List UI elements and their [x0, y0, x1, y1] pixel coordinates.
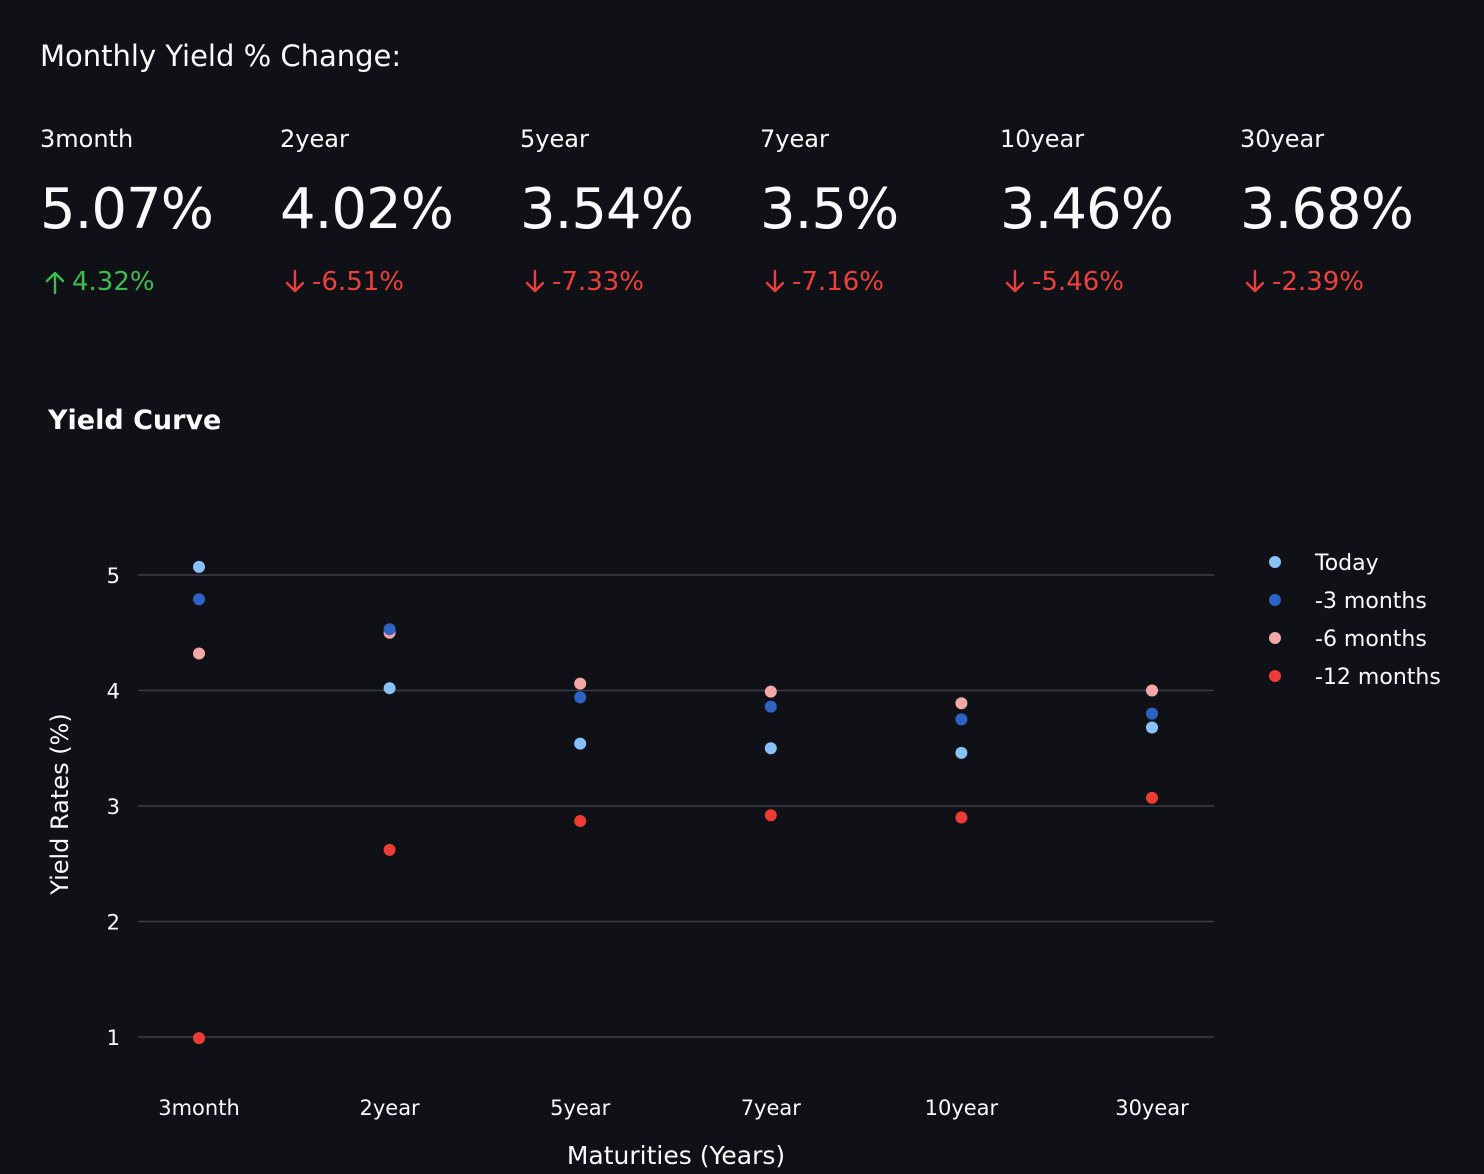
x-tick-label: 5year: [550, 1096, 611, 1120]
metric-label: 30year: [1240, 125, 1325, 153]
data-point[interactable]: [764, 685, 777, 698]
metric-value: 3.68%: [1240, 177, 1414, 242]
metric-label: 5year: [520, 125, 589, 153]
data-point[interactable]: [764, 809, 777, 822]
data-point[interactable]: [955, 746, 968, 759]
legend-marker: [1269, 670, 1281, 682]
metric-delta: 4.32%: [44, 264, 155, 300]
metric-delta-text: 4.32%: [72, 267, 155, 297]
metric-delta: -7.16%: [764, 264, 884, 300]
metric-2year: 2year 4.02% -6.51%: [280, 120, 516, 310]
arrow-up-icon: [45, 271, 65, 295]
legend-marker: [1269, 632, 1281, 644]
metric-3month: 3month 5.07% 4.32%: [40, 120, 276, 310]
data-point[interactable]: [574, 691, 587, 704]
chart-title: Yield Curve: [48, 405, 222, 436]
data-point[interactable]: [193, 593, 205, 606]
metric-delta: -2.39%: [1244, 264, 1364, 300]
x-tick-label: 10year: [925, 1096, 999, 1120]
metric-delta-text: -7.16%: [792, 267, 884, 297]
metric-value: 5.07%: [40, 177, 214, 242]
metric-value: 4.02%: [280, 177, 454, 242]
metric-delta-text: -6.51%: [312, 267, 404, 297]
legend-marker: [1269, 556, 1281, 568]
metric-delta: -7.33%: [524, 264, 644, 300]
data-point[interactable]: [1146, 721, 1158, 734]
data-point[interactable]: [193, 1032, 205, 1045]
x-tick-label: 3month: [158, 1096, 240, 1120]
data-point[interactable]: [764, 700, 777, 713]
metric-label: 10year: [1000, 125, 1085, 153]
data-point[interactable]: [1146, 791, 1158, 804]
data-point[interactable]: [383, 843, 396, 856]
legend-label: -6 months: [1315, 627, 1427, 652]
arrow-down-icon: [1245, 269, 1265, 293]
arrow-down-icon: [525, 269, 545, 293]
data-points: [193, 560, 1158, 1045]
data-point[interactable]: [193, 647, 205, 660]
metric-delta: -6.51%: [284, 264, 404, 300]
arrow-down-icon: [285, 269, 305, 293]
data-point[interactable]: [955, 713, 968, 726]
y-tick-label: 1: [107, 1026, 120, 1050]
data-point[interactable]: [574, 677, 587, 690]
data-point[interactable]: [383, 626, 396, 639]
y-tick-label: 2: [107, 911, 120, 935]
metrics-row: 3month 5.07% 4.32% 2year 4.02% -6.51% 5y…: [40, 120, 1480, 320]
metric-label: 3month: [40, 125, 134, 153]
legend-label: Today: [1314, 551, 1379, 576]
x-tick-label: 7year: [741, 1096, 802, 1120]
metric-value: 3.46%: [1000, 177, 1174, 242]
metric-delta-text: -2.39%: [1272, 267, 1364, 297]
data-point[interactable]: [383, 623, 396, 636]
page-title: Monthly Yield % Change:: [40, 39, 402, 73]
data-point[interactable]: [764, 742, 777, 755]
metric-delta: -5.46%: [1004, 264, 1124, 300]
y-tick-label: 3: [107, 795, 120, 819]
data-point[interactable]: [574, 737, 587, 750]
metric-value: 3.5%: [760, 177, 899, 242]
arrow-down-icon: [765, 269, 785, 293]
data-point[interactable]: [574, 815, 587, 828]
metric-5year: 5year 3.54% -7.33%: [520, 120, 756, 310]
metric-label: 7year: [760, 125, 829, 153]
data-point[interactable]: [955, 697, 968, 710]
y-axis-label: Yield Rates (%): [46, 713, 74, 895]
x-tick-label: 2year: [359, 1096, 420, 1120]
data-point[interactable]: [1146, 684, 1158, 697]
data-point[interactable]: [383, 682, 396, 695]
metric-10year: 10year 3.46% -5.46%: [1000, 120, 1236, 310]
legend-marker: [1269, 594, 1281, 606]
y-tick-label: 4: [107, 680, 120, 704]
metric-7year: 7year 3.5% -7.16%: [760, 120, 996, 310]
x-tick-labels: 3month 2year 5year 7year 10year 30year: [158, 1096, 1189, 1120]
data-point[interactable]: [955, 811, 968, 824]
y-tick-labels: 1 2 3 4 5: [107, 564, 120, 1050]
x-axis-label: Maturities (Years): [567, 1141, 785, 1170]
metric-label: 2year: [280, 125, 349, 153]
metric-30year: 30year 3.68% -2.39%: [1240, 120, 1476, 310]
chart-legend: Today -3 months -6 months -12 months: [1269, 551, 1441, 690]
x-tick-label: 30year: [1115, 1096, 1189, 1120]
data-point[interactable]: [193, 560, 205, 573]
legend-label: -3 months: [1315, 589, 1427, 614]
y-tick-label: 5: [107, 564, 120, 588]
metric-delta-text: -5.46%: [1032, 267, 1124, 297]
metric-value: 3.54%: [520, 177, 694, 242]
legend-label: -12 months: [1315, 665, 1441, 690]
grid-layer: [138, 574, 1214, 1038]
data-point[interactable]: [1146, 707, 1158, 720]
metric-delta-text: -7.33%: [552, 267, 644, 297]
arrow-down-icon: [1005, 269, 1025, 293]
